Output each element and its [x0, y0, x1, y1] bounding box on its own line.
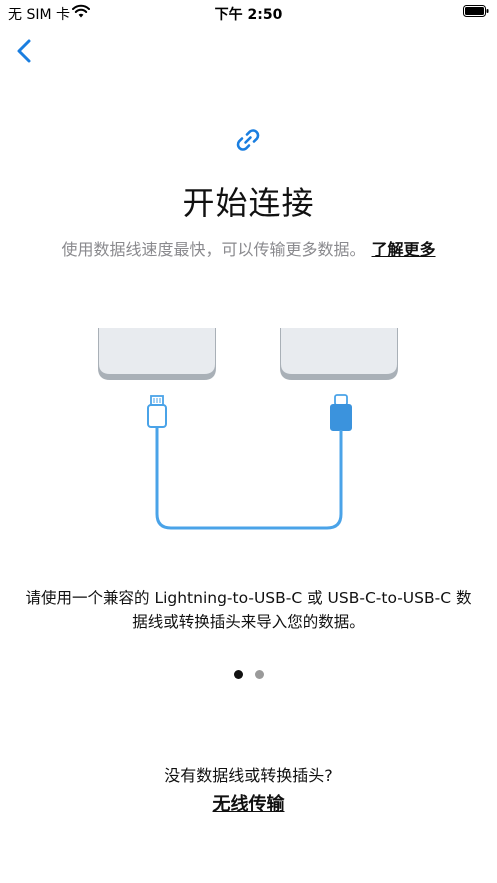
cable	[155, 427, 343, 530]
lightning-connector-icon	[147, 395, 167, 428]
back-button[interactable]	[10, 36, 40, 66]
subtitle-row: 使用数据线速度最快，可以传输更多数据。 了解更多	[0, 236, 497, 260]
wireless-transfer-link[interactable]: 无线传输	[213, 794, 285, 815]
battery-icon	[463, 5, 489, 17]
learn-more-link[interactable]: 了解更多	[372, 240, 436, 259]
phone-left	[98, 328, 216, 380]
status-bar: 无 SIM 卡 下午 2:50	[0, 0, 497, 26]
wireless-transfer-row: 无线传输	[0, 790, 497, 816]
link-icon	[236, 129, 260, 151]
page-dot-inactive[interactable]	[254, 670, 264, 679]
phone-right	[280, 328, 398, 380]
page-dot-active[interactable]	[233, 670, 243, 679]
connection-illustration	[98, 328, 398, 530]
no-cable-question: 没有数据线或转换插头?	[164, 766, 333, 785]
page-title: 开始连接	[182, 184, 315, 222]
status-time: 下午 2:50	[214, 7, 283, 23]
page-indicator[interactable]	[0, 664, 497, 683]
usb-c-connector-icon	[330, 394, 352, 431]
chevron-left-icon	[17, 39, 31, 63]
subtitle-text: 使用数据线速度最快，可以传输更多数据。	[61, 240, 366, 259]
description-text: 请使用一个兼容的 Lightning-to-USB-C 或 USB-C-to-U…	[25, 589, 472, 631]
